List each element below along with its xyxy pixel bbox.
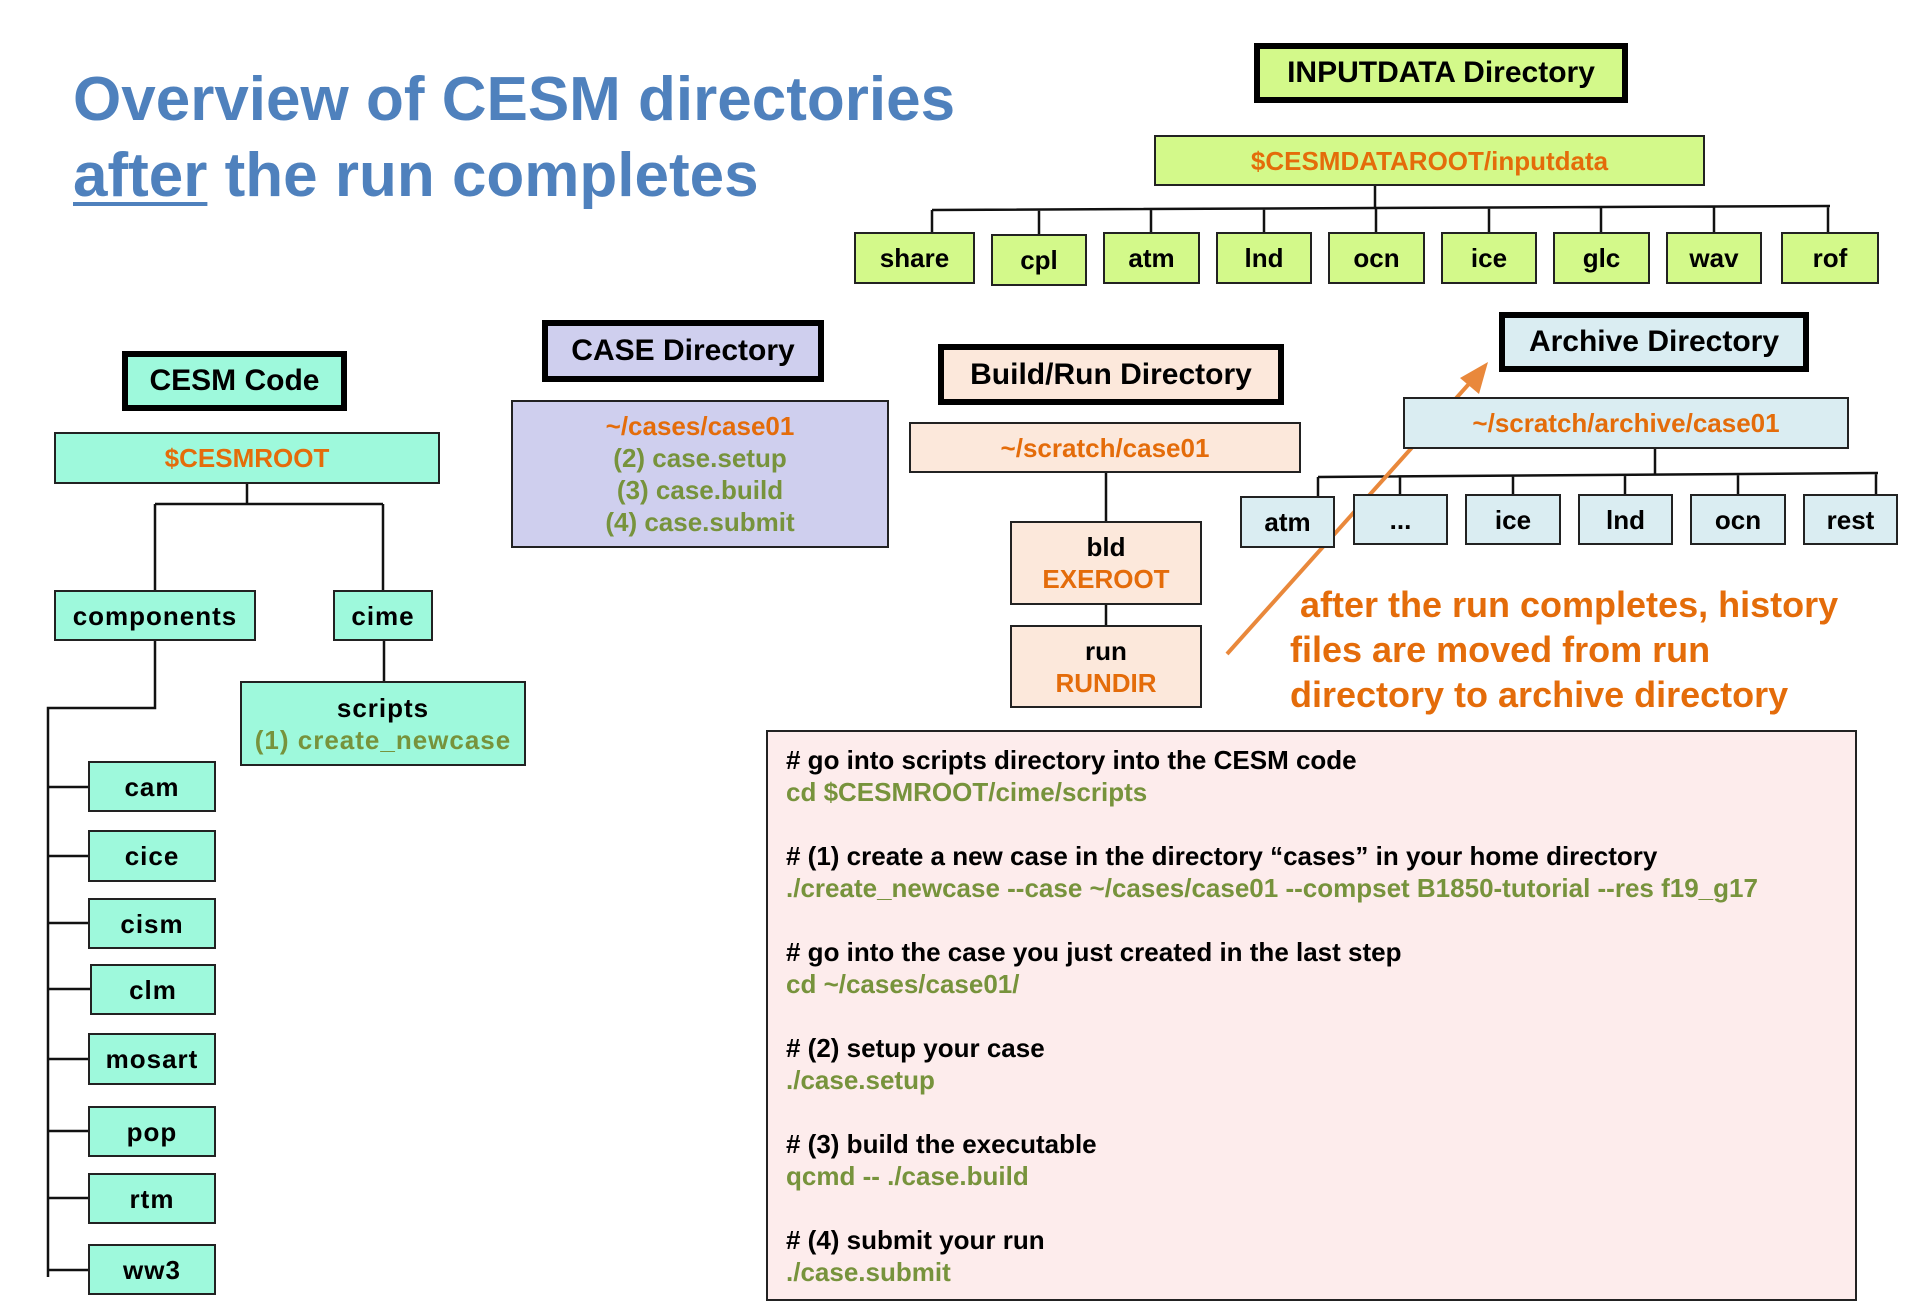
- code-command: cd ~/cases/case01/: [786, 969, 1020, 999]
- component-cam: cam: [88, 761, 216, 812]
- inputdata-wav: wav: [1666, 232, 1762, 284]
- component-rtm: rtm: [88, 1173, 216, 1224]
- cime-dir: cime: [333, 590, 433, 641]
- scratch-path: ~/scratch/case01: [909, 422, 1301, 473]
- scripts-dir: scripts (1) create_newcase: [240, 681, 526, 766]
- code-comment: # (1) create a new case in the directory…: [786, 841, 1658, 871]
- bld-dir: bld EXEROOT: [1010, 521, 1202, 605]
- archive-ocn: ocn: [1690, 494, 1786, 545]
- inputdata-header: INPUTDATA Directory: [1254, 43, 1628, 103]
- inputdata-share: share: [854, 232, 975, 284]
- archive-rest: rest: [1803, 494, 1898, 545]
- archive-header: Archive Directory: [1499, 312, 1809, 372]
- inputdata-lnd: lnd: [1216, 232, 1312, 284]
- case-dir: ~/cases/case01 (2) case.setup (3) case.b…: [511, 400, 889, 548]
- note-line1: after the run completes, history: [1300, 584, 1839, 625]
- inputdata-atm: atm: [1103, 232, 1200, 284]
- cesm-code-header: CESM Code: [122, 351, 347, 411]
- code-comment: # (2) setup your case: [786, 1033, 1045, 1063]
- inputdata-glc: glc: [1553, 232, 1650, 284]
- code-comment: # go into the case you just created in t…: [786, 937, 1402, 967]
- case-step-submit: (4) case.submit: [605, 507, 795, 537]
- components-dir: components: [54, 590, 256, 641]
- code-command: cd $CESMROOT/cime/scripts: [786, 777, 1148, 807]
- case-header: CASE Directory: [542, 320, 824, 382]
- component-cism: cism: [88, 898, 216, 949]
- buildrun-header: Build/Run Directory: [938, 344, 1284, 405]
- inputdata-ice: ice: [1441, 232, 1537, 284]
- inputdata-ocn: ocn: [1328, 232, 1425, 284]
- component-clm: clm: [90, 964, 216, 1015]
- code-command: qcmd -- ./case.build: [786, 1161, 1029, 1191]
- case-path: ~/cases/case01: [605, 411, 795, 441]
- component-cice: cice: [88, 830, 216, 882]
- component-ww3: ww3: [88, 1244, 216, 1295]
- code-comment: # (4) submit your run: [786, 1225, 1045, 1255]
- rundir-label: RUNDIR: [1055, 667, 1157, 698]
- command-panel: # go into scripts directory into the CES…: [766, 730, 1857, 1301]
- note-line3: directory to archive directory: [1290, 674, 1789, 715]
- code-comment: # (3) build the executable: [786, 1129, 1097, 1159]
- component-pop: pop: [88, 1106, 216, 1157]
- code-command: ./create_newcase --case ~/cases/case01 -…: [786, 873, 1758, 903]
- inputdata-path: $CESMDATAROOT/inputdata: [1154, 135, 1705, 186]
- archive-lnd: lnd: [1578, 494, 1673, 545]
- exeroot-label: EXEROOT: [1042, 564, 1170, 594]
- archive-ice: ice: [1465, 494, 1561, 545]
- inputdata-rof: rof: [1781, 232, 1879, 284]
- archive-atm: atm: [1240, 496, 1335, 548]
- component-mosart: mosart: [88, 1033, 216, 1085]
- inputdata-cpl: cpl: [991, 234, 1087, 286]
- run-label: run: [1085, 635, 1127, 666]
- scripts-step: (1) create_newcase: [254, 724, 512, 755]
- code-command: ./case.submit: [786, 1257, 951, 1287]
- case-step-build: (3) case.build: [616, 475, 784, 505]
- archive-ellipsis: ...: [1353, 494, 1448, 545]
- archive-path: ~/scratch/archive/case01: [1403, 397, 1849, 449]
- cesmroot-path: $CESMROOT: [54, 432, 440, 484]
- code-comment: # go into scripts directory into the CES…: [786, 745, 1357, 775]
- code-command: ./case.setup: [786, 1065, 935, 1095]
- case-step-setup: (2) case.setup: [613, 443, 787, 473]
- note-line2: files are moved from run: [1290, 629, 1711, 670]
- run-dir: run RUNDIR: [1010, 625, 1202, 708]
- bld-label: bld: [1086, 532, 1126, 562]
- scripts-label: scripts: [336, 692, 430, 723]
